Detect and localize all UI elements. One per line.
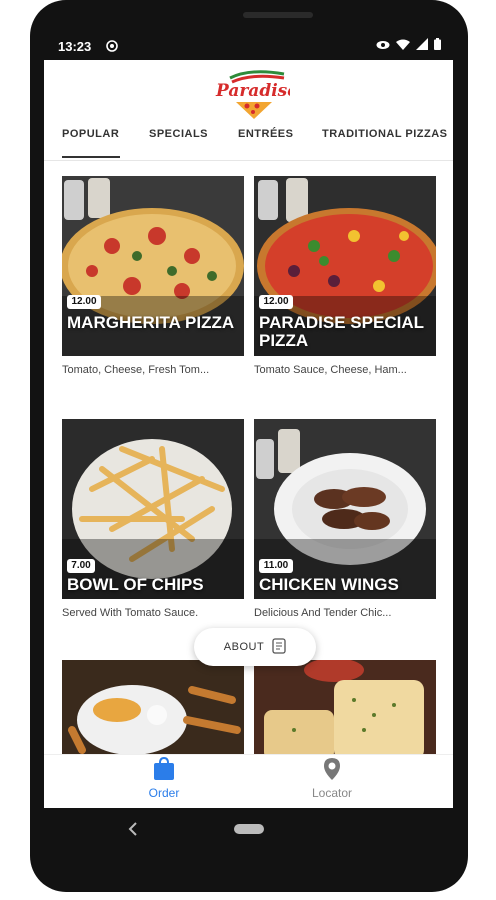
sync-icon [106,40,118,55]
eye-icon [376,38,390,53]
status-bar: 13:23 [44,36,453,60]
menu-item-card[interactable]: 12.00 MARGHERITA PIZZA Tomato, Cheese, F… [62,176,244,376]
menu-item-card[interactable]: 11.00 CHICKEN WINGS Delicious And Tender… [254,419,436,619]
wifi-icon [396,38,410,53]
price-badge: 7.00 [67,559,95,573]
battery-icon [434,38,441,53]
entree-image [62,660,244,760]
item-description: Tomato, Cheese, Fresh Tom... [62,364,210,376]
status-time: 13:23 [58,39,92,54]
svg-text:Paradise: Paradise [215,81,290,101]
item-name: PARADISE SPECIAL PIZZA [259,313,424,350]
menu-item-card[interactable] [254,660,436,760]
tab-specials[interactable]: SPECIALS [149,128,208,140]
speaker-grille [243,12,313,18]
margherita-pizza-image: 12.00 MARGHERITA PIZZA [62,176,244,356]
menu-item-card[interactable]: 12.00 PARADISE SPECIAL PIZZA Tomato Sauc… [254,176,436,376]
item-description: Delicious And Tender Chic... [254,607,392,619]
chicken-wings-image: 11.00 CHICKEN WINGS [254,419,436,599]
paradise-pizzeria-logo: Paradise [210,66,298,120]
app-screen: Paradise POPULAR SPECIALS ENTRÉES TRADIT… [44,60,453,808]
item-name: CHICKEN WINGS [259,575,399,594]
garlic-bread-image [254,660,436,760]
back-icon[interactable] [128,822,138,841]
tab-popular[interactable]: POPULAR [62,128,119,140]
item-description: Served With Tomato Sauce. [62,607,199,619]
item-name: MARGHERITA PIZZA [67,313,235,332]
bottom-navigation: Order Locator [44,754,453,808]
nav-order[interactable]: Order [104,756,224,800]
tab-traditional-pizzas[interactable]: TRADITIONAL PIZZAS [322,128,448,140]
shopping-bag-icon [153,756,175,784]
price-badge: 12.00 [259,295,293,309]
menu-item-card[interactable] [62,660,244,760]
system-navigation-bar [44,808,453,852]
price-badge: 11.00 [259,559,293,573]
tab-entrees[interactable]: ENTRÉES [238,128,293,140]
category-tabs: POPULAR SPECIALS ENTRÉES TRADITIONAL PIZ… [44,120,453,161]
active-tab-indicator [62,156,120,158]
bowl-of-chips-image: 7.00 BOWL OF CHIPS [62,419,244,599]
menu-book-icon [272,637,286,657]
item-description: Tomato Sauce, Cheese, Ham... [254,364,407,376]
nav-locator-label: Locator [311,786,353,800]
home-pill-icon[interactable] [234,824,264,834]
menu-item-card[interactable]: 7.00 BOWL OF CHIPS Served With Tomato Sa… [62,419,244,619]
location-pin-icon [323,758,341,784]
nav-order-label: Order [148,786,180,800]
paradise-special-pizza-image: 12.00 PARADISE SPECIAL PIZZA [254,176,436,356]
item-name: BOWL OF CHIPS [67,575,204,594]
price-badge: 12.00 [67,295,101,309]
signal-icon [416,38,428,53]
nav-locator[interactable]: Locator [272,757,392,800]
about-label: ABOUT [223,641,265,653]
about-button[interactable]: ABOUT [194,628,316,666]
